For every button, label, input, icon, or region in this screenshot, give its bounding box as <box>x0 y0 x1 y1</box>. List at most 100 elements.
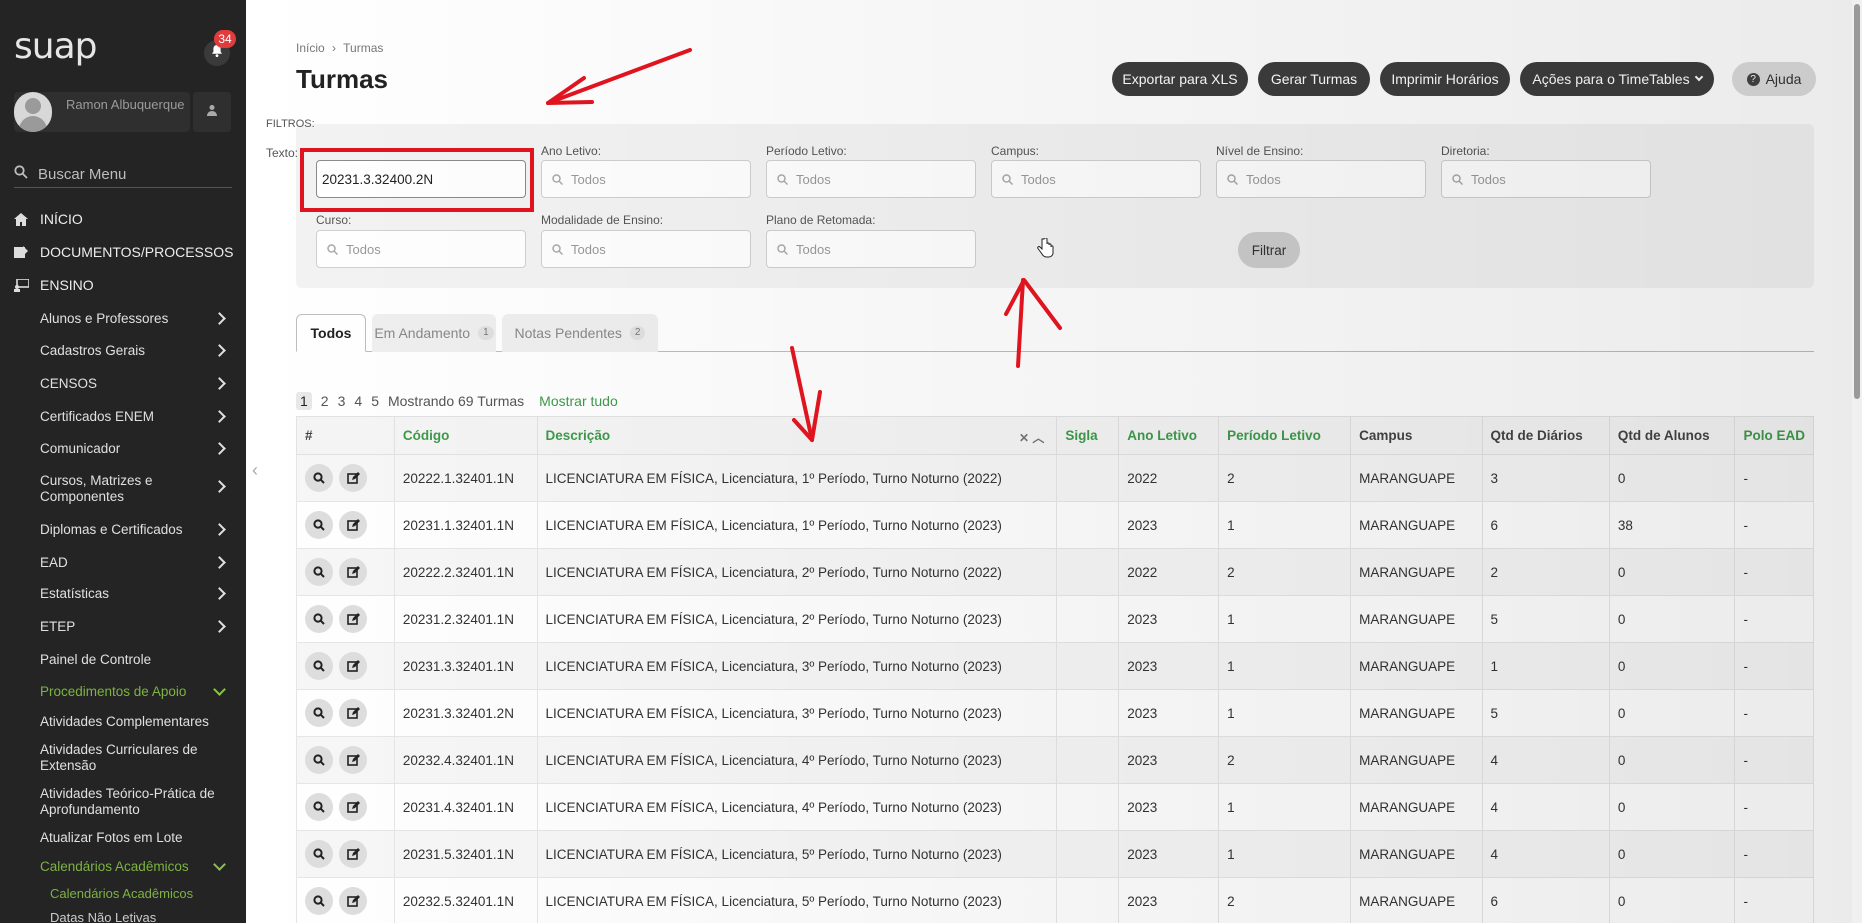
nav-calendarios-academicos-sub[interactable]: Calendários Acadêmicos <box>50 886 193 901</box>
edit-button[interactable] <box>339 793 367 821</box>
chevron-right-icon <box>213 587 226 600</box>
nav-inicio[interactable]: INÍCIO <box>0 210 246 228</box>
nav-diplomas[interactable]: Diplomas e Certificados <box>40 522 240 538</box>
nav-alunos-professores[interactable]: Alunos e Professores <box>40 311 240 327</box>
nav-ead[interactable]: EAD <box>40 555 240 571</box>
view-button[interactable] <box>305 558 333 586</box>
nav-atividades-teorico-pratica[interactable]: Atividades Teórico-Prática de Aprofundam… <box>40 786 220 818</box>
edit-icon <box>346 894 360 907</box>
nav-cursos-matrizes[interactable]: Cursos, Matrizes e Componentes <box>40 473 226 505</box>
page-1[interactable]: 1 <box>296 392 312 410</box>
nav-painel-controle[interactable]: Painel de Controle <box>40 652 240 668</box>
export-xls-button[interactable]: Exportar para XLS <box>1112 62 1248 96</box>
nav-cadastros-gerais[interactable]: Cadastros Gerais <box>40 343 240 359</box>
cell-descricao: LICENCIATURA EM FÍSICA, Licenciatura, 1º… <box>536 501 1058 549</box>
col-descricao[interactable]: Descrição ✕ ︿ <box>536 416 1058 455</box>
col-qtd-diarios[interactable]: Qtd de Diários <box>1481 416 1610 455</box>
edit-icon <box>346 753 360 766</box>
edit-button[interactable] <box>339 699 367 727</box>
nav-comunicador[interactable]: Comunicador <box>40 441 240 457</box>
edit-button[interactable] <box>339 887 367 915</box>
nav-datas-nao-letivas[interactable]: Datas Não Letivas <box>50 910 156 923</box>
ano-letivo-select[interactable]: Todos <box>541 160 751 198</box>
help-button[interactable]: ? Ajuda <box>1732 62 1816 96</box>
edit-button[interactable] <box>339 511 367 539</box>
periodo-letivo-select[interactable]: Todos <box>766 160 976 198</box>
page-scrollbar[interactable] <box>1852 0 1862 923</box>
nav-atividades-complementares[interactable]: Atividades Complementares <box>40 714 240 730</box>
col-ano-letivo[interactable]: Ano Letivo <box>1118 416 1220 455</box>
nav-procedimentos-apoio[interactable]: Procedimentos de Apoio <box>40 683 240 700</box>
collapse-sidebar-icon[interactable]: ‹ <box>252 460 262 480</box>
breadcrumb-home[interactable]: Início <box>296 41 325 55</box>
page-3[interactable]: 3 <box>338 393 346 409</box>
col-polo-ead[interactable]: Polo EAD <box>1734 416 1814 455</box>
plano-retomada-label: Plano de Retomada: <box>766 213 876 227</box>
curso-select[interactable]: Todos <box>316 230 526 268</box>
timetables-actions-button[interactable]: Ações para o TimeTables <box>1520 62 1714 96</box>
edit-button[interactable] <box>339 840 367 868</box>
table-row: 20231.5.32401.1N LICENCIATURA EM FÍSICA, … <box>296 830 1814 878</box>
modalidade-label: Modalidade de Ensino: <box>541 213 664 227</box>
nivel-ensino-select[interactable]: Todos <box>1216 160 1426 198</box>
view-button[interactable] <box>305 793 333 821</box>
nav-ensino[interactable]: ENSINO <box>0 276 246 294</box>
tab-todos[interactable]: Todos <box>296 314 366 352</box>
edit-button[interactable] <box>339 746 367 774</box>
view-button[interactable] <box>305 746 333 774</box>
chevron-right-icon <box>213 480 226 493</box>
col-sigla[interactable]: Sigla <box>1056 416 1120 455</box>
nav-etep[interactable]: ETEP <box>40 619 240 635</box>
col-campus[interactable]: Campus <box>1350 416 1483 455</box>
chevron-down-icon <box>1694 72 1703 82</box>
edit-button[interactable] <box>339 464 367 492</box>
nav-censos[interactable]: CENSOS <box>40 376 240 392</box>
suap-logo[interactable]: suap <box>14 26 97 67</box>
sort-clear-icon[interactable]: ✕ ︿ <box>1019 429 1044 446</box>
plano-retomada-select[interactable]: Todos <box>766 230 976 268</box>
view-button[interactable] <box>305 605 333 633</box>
page-2[interactable]: 2 <box>321 393 329 409</box>
scrollbar-thumb[interactable] <box>1854 4 1860 399</box>
nav-atividades-extensao[interactable]: Atividades Curriculares de Extensão <box>40 742 220 774</box>
col-qtd-alunos[interactable]: Qtd de Alunos <box>1608 416 1736 455</box>
tab-notas-pendentes[interactable]: Notas Pendentes 2 <box>502 314 658 352</box>
view-button[interactable] <box>305 464 333 492</box>
avatar[interactable] <box>14 92 52 132</box>
edit-button[interactable] <box>339 605 367 633</box>
menu-search-input[interactable]: Buscar Menu <box>38 166 126 183</box>
view-button[interactable] <box>305 840 333 868</box>
cell-descricao: LICENCIATURA EM FÍSICA, Licenciatura, 2º… <box>536 548 1058 596</box>
campus-select[interactable]: Todos <box>991 160 1201 198</box>
filter-button[interactable]: Filtrar <box>1238 232 1300 268</box>
nav-calendarios-academicos[interactable]: Calendários Acadêmicos <box>40 858 240 875</box>
nav-estatisticas[interactable]: Estatísticas <box>40 586 240 602</box>
nav-sub-label: EAD <box>40 555 68 570</box>
show-all-link[interactable]: Mostrar tudo <box>539 393 618 409</box>
nav-certificados-enem[interactable]: Certificados ENEM <box>40 409 240 425</box>
nav-atualizar-fotos[interactable]: Atualizar Fotos em Lote <box>40 830 240 846</box>
cell-codigo: 20232.5.32401.1N <box>393 877 538 923</box>
tab-em-andamento[interactable]: Em Andamento 1 <box>372 314 496 352</box>
edit-button[interactable] <box>339 558 367 586</box>
edit-button[interactable] <box>339 652 367 680</box>
view-button[interactable] <box>305 511 333 539</box>
diretoria-select[interactable]: Todos <box>1441 160 1651 198</box>
view-button[interactable] <box>305 652 333 680</box>
modalidade-select[interactable]: Todos <box>541 230 751 268</box>
col-periodo-letivo[interactable]: Período Letivo <box>1218 416 1352 455</box>
menu-search[interactable]: Buscar Menu <box>14 162 232 188</box>
cell-qtd-diarios: 2 <box>1481 548 1610 596</box>
view-button[interactable] <box>305 699 333 727</box>
user-menu-button[interactable] <box>193 92 231 132</box>
generate-turmas-button[interactable]: Gerar Turmas <box>1258 62 1370 96</box>
page-5[interactable]: 5 <box>371 393 379 409</box>
page-4[interactable]: 4 <box>354 393 362 409</box>
print-schedules-button[interactable]: Imprimir Horários <box>1380 62 1510 96</box>
nav-documentos[interactable]: DOCUMENTOS/PROCESSOS <box>0 243 246 261</box>
cell-sigla <box>1056 501 1120 549</box>
cell-campus: MARANGUAPE <box>1350 877 1483 923</box>
col-codigo[interactable]: Código <box>393 416 538 455</box>
cell-descricao: LICENCIATURA EM FÍSICA, Licenciatura, 1º… <box>536 454 1058 502</box>
view-button[interactable] <box>305 887 333 915</box>
